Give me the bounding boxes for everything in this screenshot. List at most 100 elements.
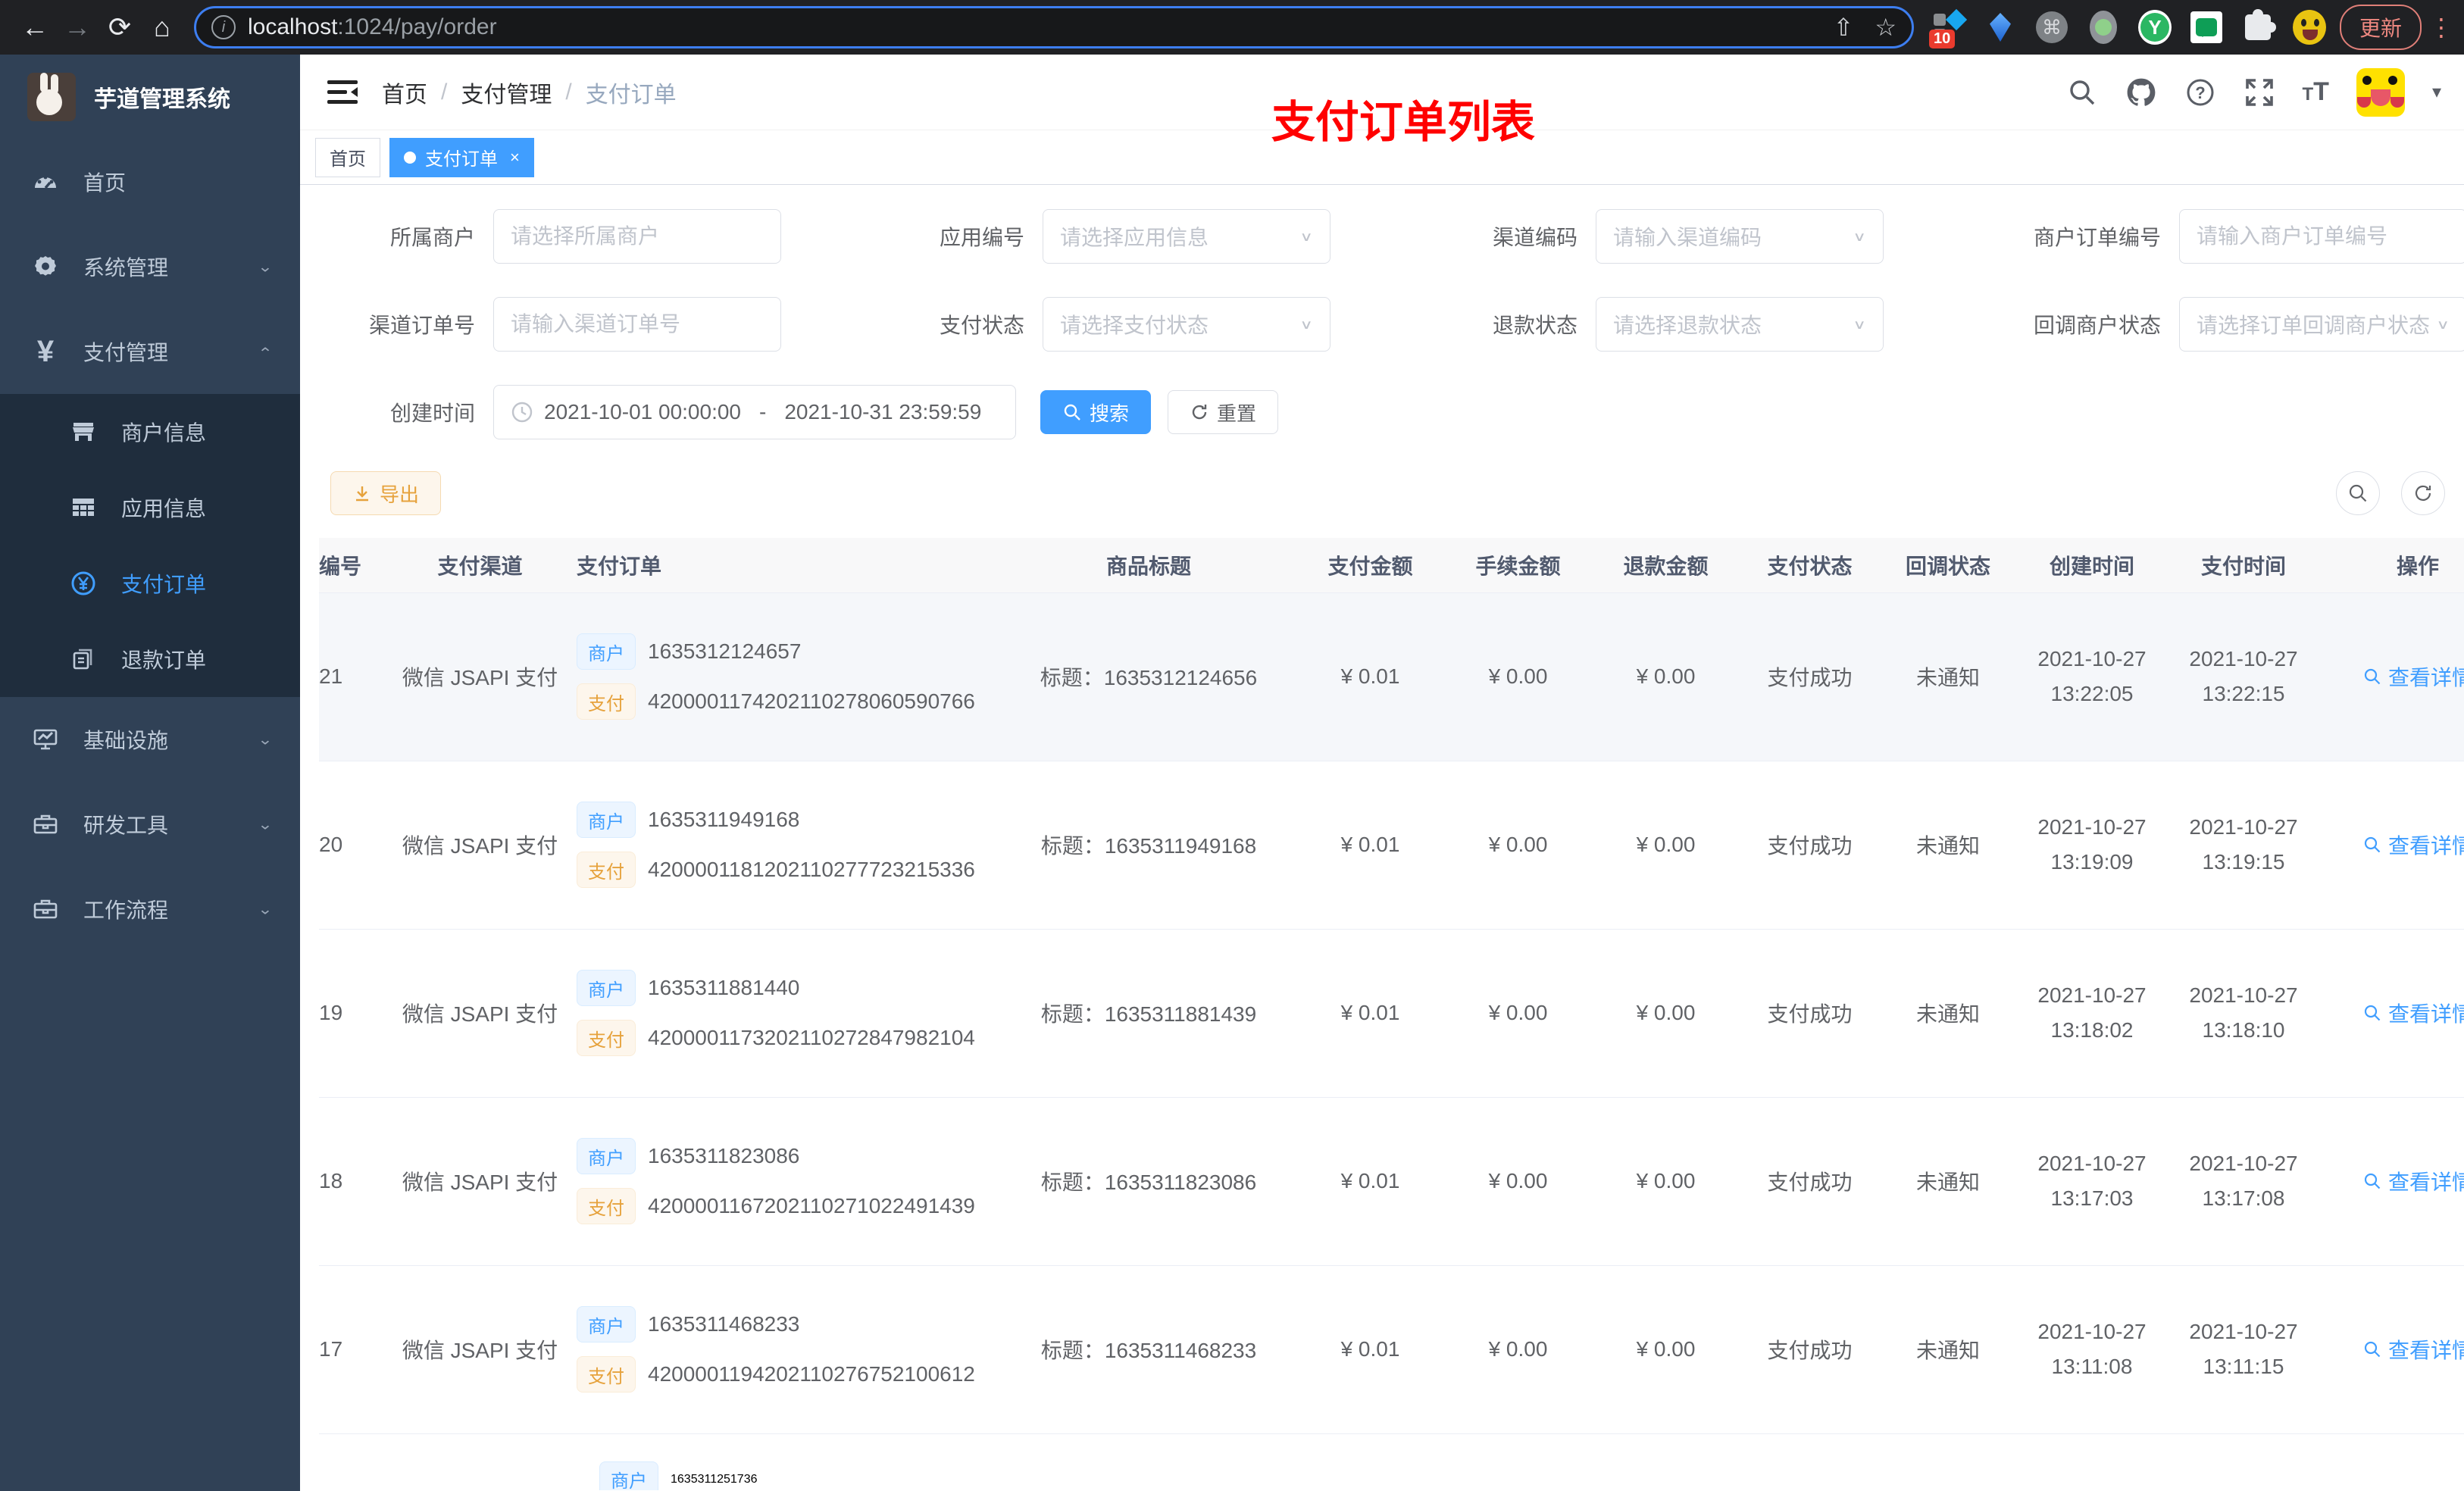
search-icon xyxy=(2364,1341,2381,1358)
tag-close-icon[interactable]: × xyxy=(510,148,520,167)
browser-menu-icon[interactable]: ⋮ xyxy=(2429,13,2453,42)
caret-down-icon[interactable]: ▾ xyxy=(2432,81,2441,103)
extension-command-icon[interactable]: ⌘ xyxy=(2035,11,2068,44)
extension-sketch-icon[interactable]: 10 xyxy=(1929,8,1968,48)
filter-label-create-time: 创建时间 xyxy=(389,402,475,425)
share-icon[interactable]: ⇧ xyxy=(1834,13,1854,42)
pay-status-select[interactable]: 请选择支付状态 ∨ xyxy=(1043,297,1330,352)
sidebar-item-pay-order[interactable]: 支付订单 xyxy=(0,545,300,621)
help-icon[interactable]: ? xyxy=(2184,77,2216,108)
merchant-select[interactable] xyxy=(493,209,781,264)
browser-profile-avatar[interactable] xyxy=(2293,10,2326,45)
github-icon[interactable] xyxy=(2125,77,2157,108)
product-title: 标题：1635311881439 xyxy=(1001,929,1296,1098)
date-range-picker[interactable]: 2021-10-01 00:00:00 - 2021-10-31 23:59:5… xyxy=(493,385,1016,439)
merchant-order-no-field[interactable] xyxy=(2179,209,2464,264)
browser-update-button[interactable]: 更新 xyxy=(2340,5,2422,50)
product-title: 标题：1635311949168 xyxy=(1001,761,1296,930)
font-size-icon[interactable]: TT xyxy=(2303,77,2329,107)
reset-button[interactable]: 重置 xyxy=(1168,390,1279,434)
sidebar-item-infrastructure[interactable]: 基础设施 ⌄ xyxy=(0,697,300,782)
search-icon[interactable] xyxy=(2066,77,2098,108)
channel-order-no: 4200001167202110271022491439 xyxy=(648,1194,975,1217)
extensions-puzzle-icon[interactable] xyxy=(2241,9,2276,44)
create-time: 2021-10-27 13:22:05 xyxy=(2016,592,2168,761)
address-bar[interactable]: i localhost:1024/pay/order ⇧ ☆ xyxy=(194,6,1914,48)
pay-channel: 微信 JSAPI 支付 xyxy=(383,929,577,1098)
search-icon xyxy=(2364,1005,2381,1021)
sidebar-item-workflow[interactable]: 工作流程 ⌄ xyxy=(0,867,300,952)
pay-time: 2021-10-27 13:18:10 xyxy=(2168,929,2319,1098)
channel-order-no-field[interactable] xyxy=(493,297,781,352)
export-button[interactable]: 导出 xyxy=(330,471,442,515)
pay-tag: 支付 xyxy=(577,1188,636,1224)
app-select[interactable]: 请选择应用信息 ∨ xyxy=(1043,209,1330,264)
filter-label-notify-status: 回调商户状态 xyxy=(2033,314,2161,337)
pay-tag: 支付 xyxy=(577,852,636,888)
tag-home[interactable]: 首页 xyxy=(315,137,380,177)
user-avatar[interactable] xyxy=(2356,67,2405,117)
search-icon xyxy=(2364,836,2381,853)
url-text[interactable]: localhost:1024/pay/order xyxy=(248,14,497,40)
site-info-icon[interactable]: i xyxy=(211,15,236,39)
browser-home-button[interactable]: ⌂ xyxy=(141,6,183,48)
sidebar-item-home[interactable]: 首页 xyxy=(0,139,300,224)
bookmark-star-icon[interactable]: ☆ xyxy=(1875,13,1896,42)
dashboard-icon xyxy=(30,167,61,197)
extension-chat-icon[interactable] xyxy=(2190,11,2223,44)
clock-icon xyxy=(511,402,533,423)
date-start: 2021-10-01 00:00:00 xyxy=(544,400,741,424)
svg-text:?: ? xyxy=(2195,83,2205,102)
extension-y-icon[interactable]: Y xyxy=(2138,10,2172,45)
gear-icon xyxy=(30,252,61,282)
sidebar-item-system[interactable]: 系统管理 ⌄ xyxy=(0,224,300,309)
channel-order-no: 4200001194202110276752100612 xyxy=(648,1362,975,1386)
merchant-order-no: 1635311251736 xyxy=(671,1472,758,1486)
merchant-input[interactable] xyxy=(511,224,764,248)
sidebar-item-dev-tools[interactable]: 研发工具 ⌄ xyxy=(0,782,300,867)
view-detail-link[interactable]: 查看详情 xyxy=(2362,998,2464,1028)
app-logo[interactable]: 芋道管理系统 xyxy=(0,55,300,139)
browser-back-button[interactable]: ← xyxy=(14,6,56,48)
channel-code-select[interactable]: 请输入渠道编码 ∨ xyxy=(1596,209,1884,264)
order-id: 18 xyxy=(319,1097,383,1266)
extension-dot-icon[interactable] xyxy=(2087,11,2120,44)
channel-order-no-input[interactable] xyxy=(511,312,764,336)
view-detail-link[interactable]: 查看详情 xyxy=(2362,1166,2464,1196)
view-detail-link[interactable]: 查看详情 xyxy=(2362,830,2464,860)
table-row: 21 微信 JSAPI 支付 商户 1635312124657 支付 42000… xyxy=(319,592,2464,761)
table-row: 19 微信 JSAPI 支付 商户 1635311881440 支付 42000… xyxy=(319,929,2464,1098)
chevron-up-icon: ⌄ xyxy=(257,343,273,360)
breadcrumb-home[interactable]: 首页 xyxy=(382,76,427,109)
chevron-down-icon: ∨ xyxy=(2436,317,2450,332)
extension-balloon-icon[interactable] xyxy=(1984,11,2017,44)
sidebar-item-refund-order[interactable]: 退款订单 xyxy=(0,621,300,697)
pay-time: 2021-10-27 13:17:08 xyxy=(2168,1097,2319,1266)
sidebar-item-app-info[interactable]: 应用信息 xyxy=(0,470,300,545)
merchant-order-no-input[interactable] xyxy=(2197,224,2450,248)
breadcrumb-current: 支付订单 xyxy=(585,82,677,108)
grid-icon xyxy=(68,492,98,523)
tag-pay-order[interactable]: 支付订单 × xyxy=(389,137,534,177)
breadcrumb-payment[interactable]: 支付管理 xyxy=(461,76,552,109)
browser-reload-button[interactable]: ⟳ xyxy=(98,6,141,48)
chevron-down-icon: ⌄ xyxy=(257,816,273,833)
pay-tag: 支付 xyxy=(577,1356,636,1393)
refresh-table-button[interactable] xyxy=(2401,471,2445,515)
pay-status: 支付成功 xyxy=(1740,761,1880,930)
merchant-order-no: 1635311823086 xyxy=(648,1144,800,1167)
sidebar-item-merchant-info[interactable]: 商户信息 xyxy=(0,394,300,470)
refund-status-select[interactable]: 请选择退款状态 ∨ xyxy=(1596,297,1884,352)
toggle-search-button[interactable] xyxy=(2336,471,2380,515)
view-detail-link[interactable]: 查看详情 xyxy=(2362,661,2464,692)
notify-status-select[interactable]: 请选择订单回调商户状态 ∨ xyxy=(2179,297,2464,352)
search-button[interactable]: 搜索 xyxy=(1040,390,1152,434)
sidebar-item-payment[interactable]: ¥ 支付管理 ⌄ xyxy=(0,309,300,394)
create-time: 2021-10-27 13:18:02 xyxy=(2016,929,2168,1098)
browser-forward-button[interactable]: → xyxy=(56,6,98,48)
sidebar-collapse-icon[interactable] xyxy=(326,77,359,108)
view-detail-link[interactable]: 查看详情 xyxy=(2362,1334,2464,1364)
fullscreen-icon[interactable] xyxy=(2244,77,2275,108)
chevron-down-icon: ∨ xyxy=(1299,229,1313,244)
top-navbar: 首页 / 支付管理 / 支付订单 支付订单列表 ? TT ▾ xyxy=(300,55,2464,147)
